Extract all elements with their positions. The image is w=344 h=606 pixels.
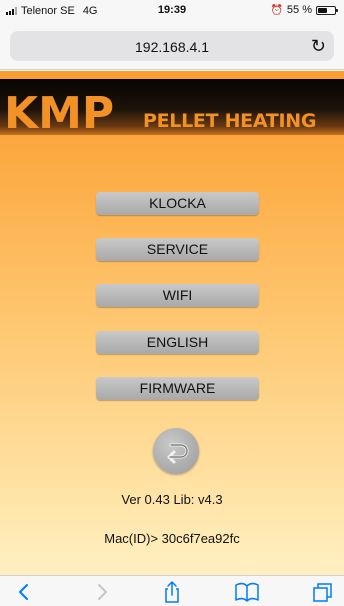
version-info: Ver 0.43 Lib: v4.3 — [121, 492, 223, 507]
bookmarks-icon[interactable] — [234, 581, 260, 603]
reload-icon[interactable]: ↻ — [311, 35, 326, 57]
share-icon[interactable] — [159, 581, 185, 603]
back-chevron-icon[interactable] — [12, 581, 38, 603]
company-logo: KMP PELLET HEATING AB — [0, 79, 344, 135]
back-return-button[interactable] — [153, 428, 199, 474]
logo-company-name: PELLET HEATING AB — [143, 110, 317, 132]
status-bar: Telenor SE 4G 19:39 ⏰ 55 % — [0, 0, 344, 22]
firmware-button[interactable]: FIRMWARE — [96, 377, 259, 400]
browser-toolbar — [0, 575, 344, 606]
english-button[interactable]: ENGLISH — [96, 331, 259, 354]
logo-brand: KMP — [4, 88, 115, 136]
alarm-icon: ⏰ — [270, 4, 283, 16]
status-right: ⏰ 55 % — [270, 4, 338, 16]
url-text[interactable]: 192.168.4.1 — [10, 39, 334, 55]
tabs-icon[interactable] — [310, 581, 336, 603]
service-button[interactable]: SERVICE — [96, 238, 259, 261]
back-return-icon — [167, 443, 189, 464]
mac-id-info: Mac(ID)> 30c6f7ea92fc — [104, 531, 240, 546]
forward-chevron-icon[interactable] — [88, 581, 114, 603]
wifi-button[interactable]: WIFI — [96, 284, 259, 307]
web-page: KMP PELLET HEATING AB KLOCKA SERVICE WIF… — [0, 71, 344, 575]
browser-address-area: 192.168.4.1 ↻ — [0, 22, 344, 70]
battery-icon — [316, 5, 338, 15]
klocka-button[interactable]: KLOCKA — [96, 192, 259, 215]
battery-percent: 55 % — [286, 4, 312, 16]
address-bar[interactable]: 192.168.4.1 ↻ — [10, 31, 334, 61]
